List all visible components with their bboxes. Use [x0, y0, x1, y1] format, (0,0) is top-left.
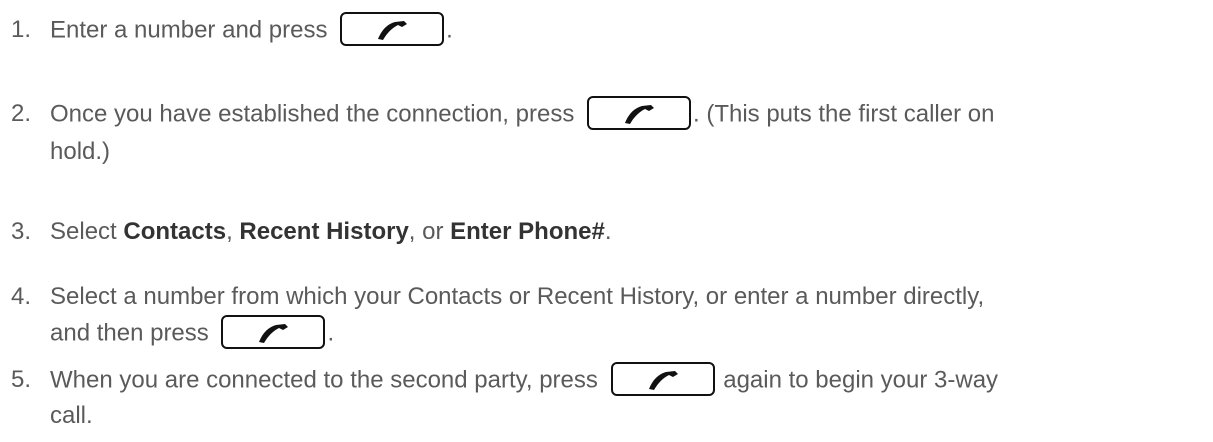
step-text: . [446, 16, 453, 44]
step-number: 2. [11, 100, 32, 128]
step-text: , or [408, 218, 451, 245]
step-number: 5. [11, 366, 32, 394]
option-recent-history: Recent History [239, 218, 409, 245]
talk-phone-icon [378, 21, 408, 40]
talk-key-button [610, 362, 715, 396]
step-1: 1. Enter a number and press . [11, 12, 1201, 48]
step-text: . [327, 319, 335, 347]
step-text: and then press [50, 319, 216, 347]
step-text: When you are connected to the second par… [50, 366, 605, 394]
step-text: Select a number from which your Contacts… [50, 283, 985, 310]
step-5: 5. When you are connected to the second p… [11, 362, 1201, 432]
talk-key-button [221, 315, 326, 349]
step-text: , [226, 218, 240, 245]
talk-phone-icon [648, 371, 678, 390]
step-text: Enter a number and press [50, 16, 335, 44]
talk-key-button [587, 96, 691, 130]
step-number: 4. [11, 283, 32, 310]
option-contacts: Contacts [123, 218, 227, 245]
step-2: 2. Once you have established the connecti… [11, 96, 1201, 168]
talk-phone-icon [259, 324, 289, 343]
step-number: 3. [11, 218, 32, 245]
step-text: again to begin your 3-way [716, 366, 999, 394]
option-enter-phone: Enter Phone# [450, 218, 605, 245]
step-3: 3. Select Contacts, Recent History, or En… [11, 216, 1201, 248]
talk-phone-icon [625, 105, 654, 124]
step-4: 4. Select a number from which your Contac… [11, 281, 1201, 351]
step-continuation: call. [50, 402, 93, 429]
step-number: 1. [11, 16, 32, 44]
step-text: . (This puts the first caller on [693, 100, 995, 128]
step-text: . [604, 218, 612, 245]
talk-key-button [340, 12, 445, 46]
step-text: Once you have established the connection… [50, 100, 581, 128]
step-continuation: hold.) [50, 138, 111, 165]
step-text: Select [50, 218, 124, 245]
